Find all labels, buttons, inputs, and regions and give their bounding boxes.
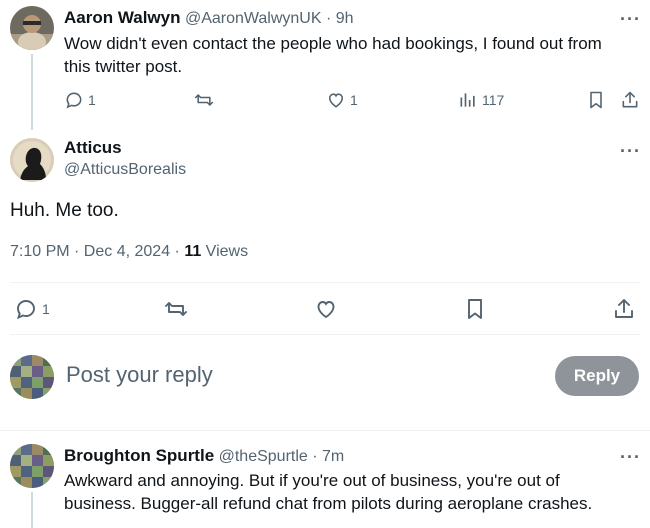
post-time[interactable]: 9h bbox=[336, 10, 354, 27]
share-button[interactable] bbox=[620, 90, 640, 110]
avatar-broughton[interactable] bbox=[10, 444, 54, 488]
post-text-line: business. Bugger-all refund chat from pi… bbox=[64, 494, 593, 513]
avatar-current-user[interactable] bbox=[10, 355, 54, 399]
like-button[interactable]: 1 bbox=[326, 90, 358, 110]
reply-icon bbox=[66, 92, 82, 109]
heart-icon bbox=[328, 93, 344, 108]
divider bbox=[0, 430, 650, 431]
analytics-icon bbox=[460, 93, 475, 107]
view-count: 117 bbox=[482, 92, 505, 108]
post-timestamp[interactable]: 7:10 PM · Dec 4, 2024 · bbox=[10, 243, 184, 260]
separator: · bbox=[321, 10, 336, 27]
more-options-icon[interactable]: ··· bbox=[620, 10, 641, 28]
reply-count: 1 bbox=[88, 92, 96, 108]
reply-button[interactable]: 1 bbox=[64, 90, 96, 110]
repost-button[interactable] bbox=[164, 297, 188, 321]
bookmark-icon bbox=[468, 299, 482, 319]
post-time[interactable]: 7m bbox=[322, 448, 344, 465]
separator: · bbox=[307, 448, 323, 465]
post-text-line: Awkward and annoying. But if you're out … bbox=[64, 471, 560, 490]
author-handle[interactable]: @theSpurtle bbox=[219, 448, 308, 465]
share-icon bbox=[622, 91, 638, 108]
repost-icon bbox=[194, 94, 214, 106]
reply-count: 1 bbox=[42, 301, 50, 317]
divider bbox=[10, 334, 640, 335]
author-handle[interactable]: @AtticusBorealis bbox=[64, 161, 186, 179]
share-icon bbox=[615, 299, 633, 318]
divider bbox=[10, 282, 640, 283]
author-handle[interactable]: @AaronWalwynUK bbox=[185, 10, 322, 27]
post-text-line: Wow didn't even contact the people who h… bbox=[64, 34, 602, 53]
repost-button[interactable] bbox=[194, 90, 214, 110]
more-options-icon[interactable]: ··· bbox=[620, 448, 641, 466]
author-name[interactable]: Aaron Walwyn bbox=[64, 8, 181, 27]
reply-input[interactable]: Post your reply bbox=[66, 362, 213, 388]
views-button[interactable]: 117 bbox=[458, 90, 504, 110]
share-button[interactable] bbox=[612, 297, 636, 321]
bookmark-icon bbox=[590, 91, 602, 109]
more-options-icon[interactable]: ··· bbox=[620, 142, 641, 160]
repost-icon bbox=[165, 302, 187, 316]
post-text-line: this twitter post. bbox=[64, 57, 183, 76]
like-button[interactable] bbox=[314, 297, 338, 321]
views-label: Views bbox=[201, 243, 249, 260]
thread-line bbox=[31, 492, 33, 528]
reply-submit-button[interactable]: Reply bbox=[555, 356, 639, 396]
thread-line bbox=[31, 54, 33, 130]
bookmark-button[interactable] bbox=[586, 90, 606, 110]
reply-button[interactable]: 1 bbox=[14, 297, 50, 321]
main-post-text: Huh. Me too. bbox=[10, 200, 119, 221]
reply-icon bbox=[16, 300, 35, 320]
author-name[interactable]: Broughton Spurtle bbox=[64, 446, 214, 465]
bookmark-button[interactable] bbox=[463, 297, 487, 321]
author-name[interactable]: Atticus bbox=[64, 138, 186, 158]
heart-icon bbox=[317, 301, 335, 319]
avatar-atticus[interactable] bbox=[10, 138, 54, 182]
views-count: 11 bbox=[184, 243, 202, 260]
like-count: 1 bbox=[350, 92, 358, 108]
avatar-aaron[interactable] bbox=[10, 6, 54, 50]
